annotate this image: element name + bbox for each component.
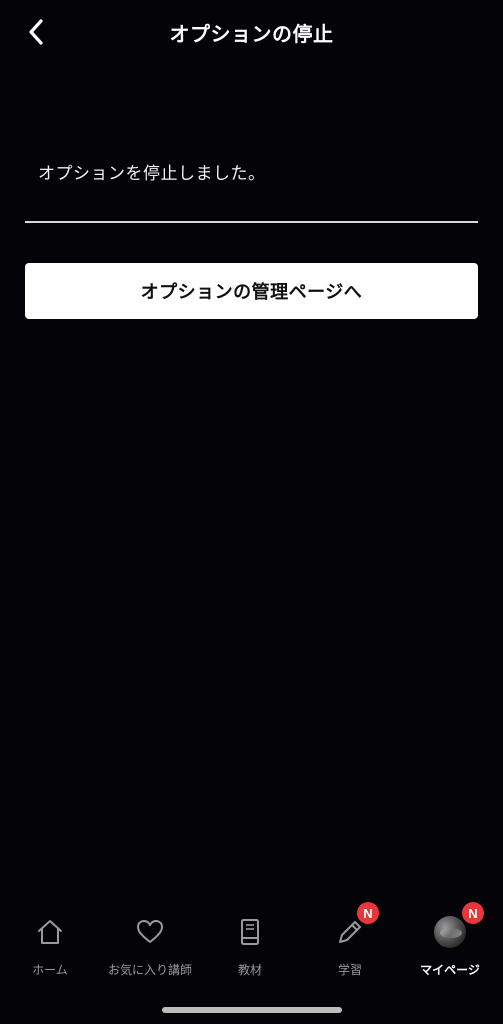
- tab-home[interactable]: ホーム: [0, 900, 100, 990]
- tab-label: 教材: [237, 963, 262, 977]
- manage-options-button[interactable]: オプションの管理ページへ: [25, 263, 478, 319]
- tab-label: 学習: [337, 963, 362, 977]
- divider: [25, 221, 478, 223]
- home-icon: [33, 915, 67, 949]
- screen: オプションの停止 オプションを停止しました。 オプションの管理ページへ ホーム …: [0, 0, 503, 1024]
- avatar: [433, 915, 467, 949]
- tab-label: マイページ: [420, 963, 480, 977]
- tab-mypage[interactable]: N マイページ: [400, 900, 500, 990]
- home-indicator: [162, 1007, 342, 1013]
- user-avatar-image: [434, 916, 466, 948]
- book-icon: [233, 915, 267, 949]
- notification-badge: N: [357, 902, 379, 924]
- tab-label: ホーム: [32, 963, 68, 977]
- heart-icon: [133, 915, 167, 949]
- tab-study[interactable]: N 学習: [300, 900, 400, 990]
- tab-favorite-teachers[interactable]: お気に入り講師: [100, 900, 200, 990]
- header: オプションの停止: [0, 0, 503, 64]
- notification-badge: N: [462, 902, 484, 924]
- page-title: オプションの停止: [169, 22, 334, 46]
- status-message: オプションを停止しました。: [38, 164, 266, 184]
- bottom-tab-bar: ホーム お気に入り講師 教材 N 学習 N マイページ: [0, 900, 503, 990]
- tab-label: お気に入り講師: [107, 963, 192, 977]
- tab-materials[interactable]: 教材: [200, 900, 300, 990]
